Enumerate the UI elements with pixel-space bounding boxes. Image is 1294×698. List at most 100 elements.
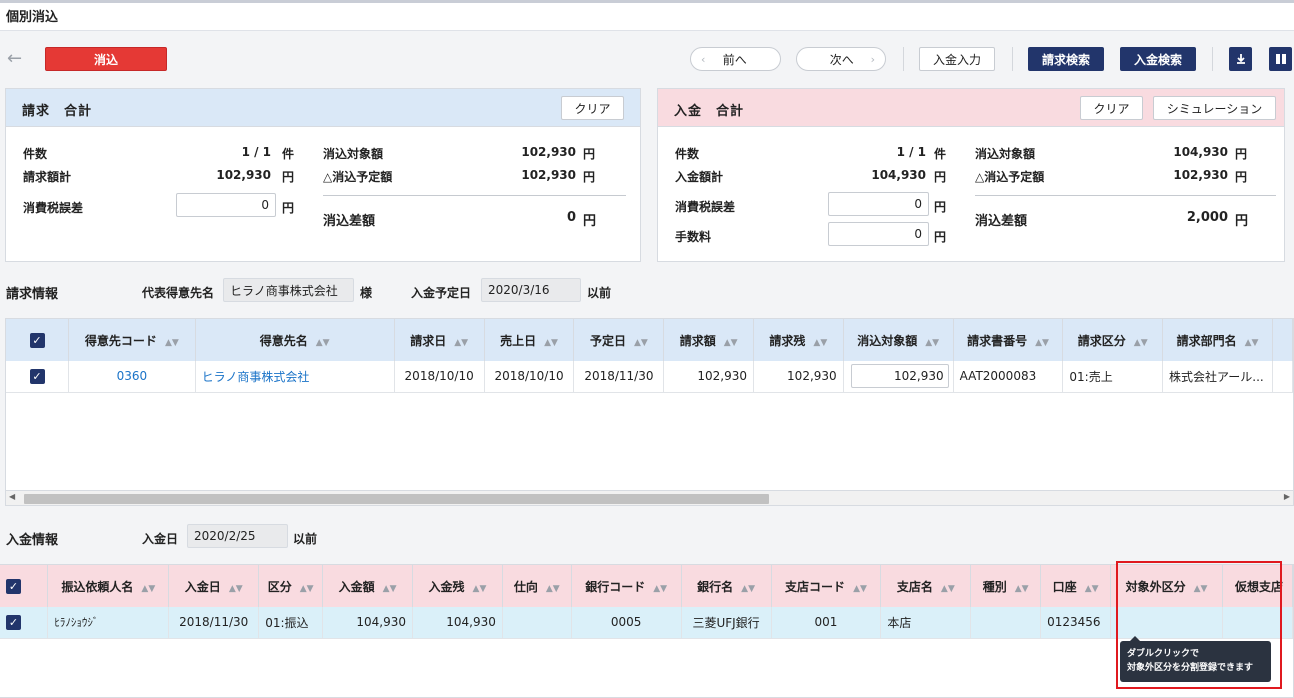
payment-search-button[interactable]: 入金検索 bbox=[1120, 47, 1196, 71]
next-label: 次へ bbox=[829, 52, 854, 67]
target-value: 104,930 bbox=[1173, 145, 1228, 159]
sort-icon: ▲▼ bbox=[1035, 337, 1049, 348]
sort-icon: ▲▼ bbox=[853, 583, 867, 594]
col-header-date[interactable]: 入金日 ▲▼ bbox=[168, 565, 260, 607]
col-header-payer[interactable]: 振込依頼人名 ▲▼ bbox=[47, 565, 170, 607]
target-cell: 102,930 bbox=[843, 361, 954, 393]
invoice-summary-header: 請求 合計 クリア bbox=[6, 89, 640, 127]
col-header-amount[interactable]: 請求額 ▲▼ bbox=[663, 319, 755, 361]
reconcile-button[interactable]: 消込 bbox=[45, 47, 167, 71]
col-header-spacer bbox=[1272, 319, 1293, 361]
col-header-customer-name[interactable]: 得意先名 ▲▼ bbox=[195, 319, 395, 361]
fee-input[interactable]: 0 bbox=[828, 222, 929, 246]
arrow-left-icon[interactable]: ← bbox=[7, 48, 22, 69]
sort-icon: ▲▼ bbox=[1133, 337, 1148, 348]
col-header-type[interactable]: 種別 ▲▼ bbox=[970, 565, 1042, 607]
customer-name-link[interactable]: ヒラノ商事株式会社 bbox=[195, 361, 395, 393]
count-unit: 件 bbox=[282, 147, 295, 161]
payment-date-field[interactable]: 2020/2/25 bbox=[187, 524, 288, 548]
table-row[interactable]: ✓ ﾋﾗﾉｼｮｳｼﾞ 2018/11/30 01:振込 104,930 104,… bbox=[0, 607, 1293, 639]
sort-icon: ▲▼ bbox=[141, 583, 156, 594]
payment-entry-button[interactable]: 入金入力 bbox=[919, 47, 995, 71]
table-header-row: ✓ 得意先コード ▲▼ 得意先名 ▲▼ 請求日 ▲▼ 売上日 ▲▼ 予定日 ▲▼ 請求額 ▲… bbox=[6, 319, 1293, 361]
scroll-right-icon[interactable]: ▶ bbox=[1284, 492, 1290, 501]
dept-cell: 株式会社アール... bbox=[1162, 361, 1273, 393]
payment-info-title: 入金情報 bbox=[6, 533, 59, 548]
due-date-field[interactable]: 2020/3/16 bbox=[481, 278, 581, 302]
sort-icon: ▲▼ bbox=[164, 337, 179, 348]
col-header-account[interactable]: 口座 ▲▼ bbox=[1040, 565, 1112, 607]
download-button[interactable] bbox=[1229, 47, 1252, 71]
col-header-customer-code[interactable]: 得意先コード ▲▼ bbox=[68, 319, 196, 361]
sort-icon: ▲▼ bbox=[315, 337, 330, 348]
diff-value: 2,000 bbox=[1186, 210, 1228, 225]
col-header-remaining[interactable]: 請求残 ▲▼ bbox=[753, 319, 844, 361]
select-all-checkbox[interactable]: ✓ bbox=[6, 319, 70, 361]
col-header-direction[interactable]: 仕向 ▲▼ bbox=[502, 565, 572, 607]
type-cell bbox=[970, 607, 1042, 639]
target-input[interactable]: 102,930 bbox=[850, 364, 949, 389]
next-button[interactable]: 次へ › bbox=[796, 47, 886, 71]
col-header-remaining[interactable]: 入金残 ▲▼ bbox=[412, 565, 503, 607]
sort-icon: ▲▼ bbox=[940, 583, 955, 594]
layout-toggle-button[interactable] bbox=[1269, 47, 1292, 71]
simulation-button[interactable]: シミュレーション bbox=[1153, 96, 1276, 120]
invoice-summary-title: 請求 合計 bbox=[22, 104, 93, 119]
table-row[interactable]: ✓ 0360 ヒラノ商事株式会社 2018/10/10 2018/10/10 2… bbox=[6, 361, 1293, 393]
col-header-excluded[interactable]: 対象外区分 ▲▼ bbox=[1110, 565, 1223, 607]
col-header-bank-code[interactable]: 銀行コード ▲▼ bbox=[571, 565, 682, 607]
invoice-search-button[interactable]: 請求検索 bbox=[1028, 47, 1104, 71]
col-header-invoice-no[interactable]: 請求書番号 ▲▼ bbox=[953, 319, 1064, 361]
col-header-branch-name[interactable]: 支店名 ▲▼ bbox=[880, 565, 972, 607]
col-header-category[interactable]: 区分 ▲▼ bbox=[258, 565, 324, 607]
col-header-dept[interactable]: 請求部門名 ▲▼ bbox=[1162, 319, 1273, 361]
total-value: 102,930 bbox=[216, 168, 271, 182]
date-cell: 2018/11/30 bbox=[168, 607, 260, 639]
horizontal-scrollbar[interactable]: ◀ ▶ bbox=[5, 490, 1294, 506]
prev-button[interactable]: ‹ 前へ bbox=[690, 47, 781, 71]
customer-field[interactable]: ヒラノ商事株式会社 bbox=[223, 278, 354, 302]
col-header-branch-code[interactable]: 支店コード ▲▼ bbox=[771, 565, 882, 607]
excluded-cell[interactable] bbox=[1110, 607, 1223, 639]
col-header-amount[interactable]: 入金額 ▲▼ bbox=[322, 565, 414, 607]
payment-summary-panel: 入金 合計 クリア シミュレーション 件数 1 / 1 件 入金額計 104,9… bbox=[657, 88, 1285, 262]
target-label: 消込対象額 bbox=[975, 147, 1036, 161]
scroll-left-icon[interactable]: ◀ bbox=[9, 492, 15, 501]
col-header-sales-date[interactable]: 売上日 ▲▼ bbox=[484, 319, 575, 361]
customer-suffix: 様 bbox=[360, 286, 373, 300]
customer-code-link[interactable]: 0360 bbox=[68, 361, 196, 393]
col-header-invoice-date[interactable]: 請求日 ▲▼ bbox=[394, 319, 485, 361]
sort-icon: ▲▼ bbox=[472, 583, 487, 594]
page-title: 個別消込 bbox=[6, 10, 59, 25]
col-header-bank-name[interactable]: 銀行名 ▲▼ bbox=[681, 565, 772, 607]
payment-table: ✓ 振込依頼人名 ▲▼ 入金日 ▲▼ 区分 ▲▼ 入金額 ▲▼ 入金残 ▲▼ 仕向 ▲▼ 銀… bbox=[0, 564, 1294, 698]
page-header: 個別消込 bbox=[0, 3, 1294, 31]
divider bbox=[323, 195, 626, 196]
scroll-thumb[interactable] bbox=[24, 494, 769, 504]
sort-icon: ▲▼ bbox=[723, 337, 738, 348]
tax-diff-input[interactable]: 0 bbox=[176, 193, 276, 217]
row-checkbox[interactable]: ✓ bbox=[0, 607, 49, 639]
tax-diff-label: 消費税誤差 bbox=[23, 201, 84, 215]
col-header-due-date[interactable]: 予定日 ▲▼ bbox=[573, 319, 665, 361]
row-checkbox[interactable]: ✓ bbox=[6, 361, 70, 393]
amount-cell: 102,930 bbox=[663, 361, 755, 393]
invoice-clear-button[interactable]: クリア bbox=[561, 96, 624, 120]
category-cell: 01:振込 bbox=[258, 607, 324, 639]
due-date-label: 入金予定日 bbox=[411, 286, 472, 300]
col-header-category[interactable]: 請求区分 ▲▼ bbox=[1062, 319, 1164, 361]
direction-cell bbox=[502, 607, 572, 639]
payment-date-suffix: 以前 bbox=[293, 532, 318, 546]
sort-icon: ▲▼ bbox=[228, 583, 243, 594]
payment-clear-button[interactable]: クリア bbox=[1080, 96, 1143, 120]
select-all-checkbox[interactable]: ✓ bbox=[0, 565, 49, 607]
divider bbox=[1012, 47, 1013, 71]
planned-label: △消込予定額 bbox=[323, 170, 393, 184]
tax-diff-input[interactable]: 0 bbox=[828, 192, 929, 216]
tax-diff-unit: 円 bbox=[934, 200, 947, 214]
payment-summary-header: 入金 合計 クリア シミュレーション bbox=[658, 89, 1284, 127]
col-header-target[interactable]: 消込対象額 ▲▼ bbox=[843, 319, 954, 361]
remaining-cell: 102,930 bbox=[753, 361, 844, 393]
col-header-virtual[interactable]: 仮想支店 bbox=[1222, 565, 1293, 607]
sort-icon: ▲▼ bbox=[925, 337, 940, 348]
